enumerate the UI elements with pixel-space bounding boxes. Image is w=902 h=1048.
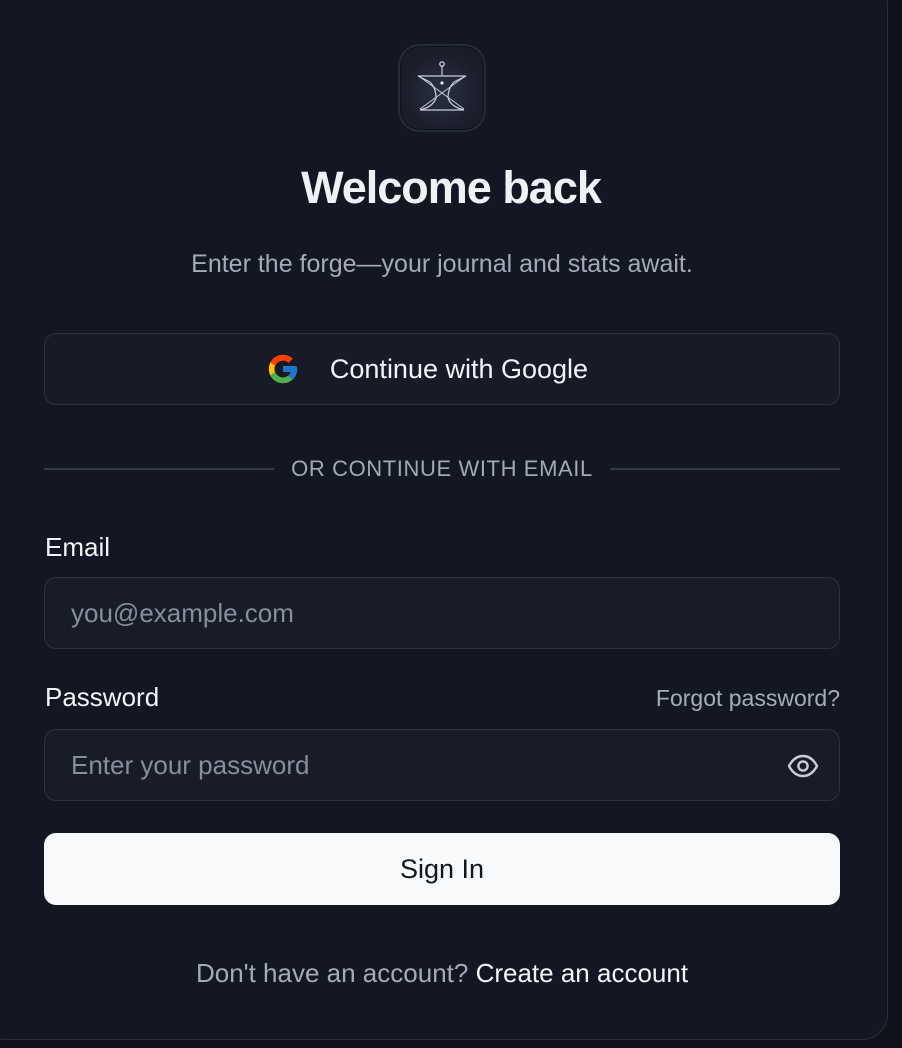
page-title: Welcome back: [301, 162, 602, 213]
email-label: Email: [45, 532, 111, 562]
sign-in-button[interactable]: Sign In: [44, 833, 840, 905]
forgot-password-link[interactable]: Forgot password?: [656, 685, 840, 712]
page-subtitle: Enter the forge—your journal and stats a…: [191, 250, 693, 278]
password-input[interactable]: [44, 729, 840, 801]
divider-line-right: [609, 468, 840, 470]
email-input[interactable]: [44, 577, 840, 649]
divider-text: OR CONTINUE WITH EMAIL: [291, 456, 593, 481]
divider-line-left: [44, 468, 275, 470]
signup-prompt: Don't have an account? Create an account: [0, 958, 884, 989]
create-account-link[interactable]: Create an account: [476, 958, 688, 988]
eye-icon[interactable]: [786, 750, 820, 782]
password-label: Password: [45, 682, 160, 712]
google-signin-button[interactable]: Continue with Google: [44, 333, 840, 405]
or-divider: OR CONTINUE WITH EMAIL: [44, 452, 840, 486]
google-icon: [266, 352, 300, 386]
anvil-logo-icon: [398, 44, 486, 132]
google-button-label: Continue with Google: [329, 353, 589, 384]
signup-prompt-text: Don't have an account?: [195, 958, 469, 988]
